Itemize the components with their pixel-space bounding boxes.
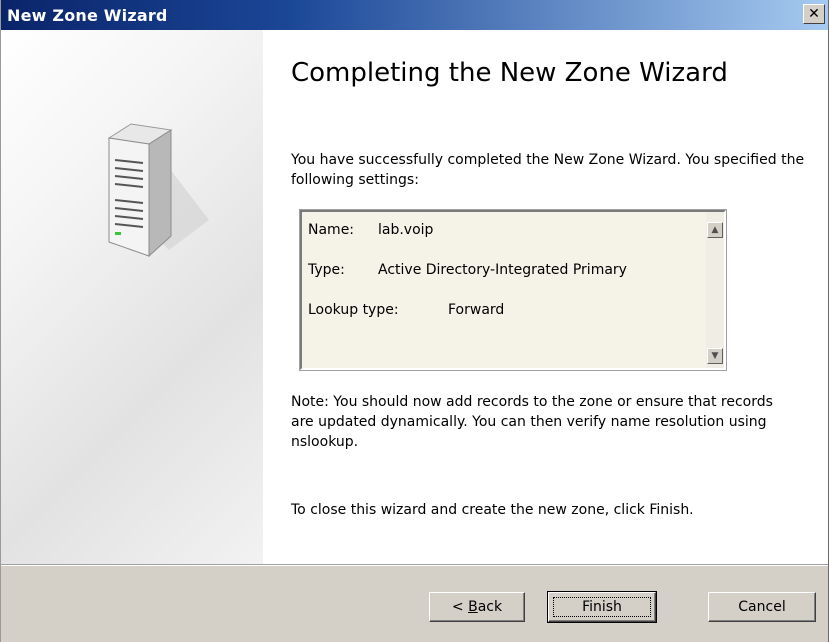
settings-scrollbar[interactable]: ▲ ▼ (706, 212, 724, 368)
setting-value: Forward (448, 302, 505, 318)
scroll-up-arrow-icon[interactable]: ▲ (707, 222, 723, 238)
wizard-button-bar: < Back Finish Cancel (1, 566, 828, 642)
window-title: New Zone Wizard (7, 6, 168, 25)
setting-value: lab.voip (378, 222, 434, 238)
finish-instructions: To close this wizard and create the new … (291, 502, 694, 518)
settings-summary-box[interactable]: Name: lab.voip Type: Active Directory-Inte… (299, 209, 727, 371)
close-icon: ✕ (808, 6, 820, 22)
scroll-down-arrow-icon[interactable]: ▼ (707, 348, 723, 364)
server-icon (107, 123, 209, 258)
setting-label: Type: (308, 262, 345, 278)
finish-label: Finish (582, 599, 622, 615)
back-label: ack (477, 599, 503, 615)
title-bar[interactable]: New Zone Wizard ✕ (1, 0, 828, 30)
wizard-side-panel (1, 30, 263, 564)
back-mnemonic: B (468, 599, 478, 615)
note-text: Note: You should now add records to the … (291, 394, 773, 450)
setting-row-type: Type: Active Directory-Integrated Primary (308, 260, 698, 300)
setting-label: Lookup type: (308, 302, 399, 318)
back-prefix: < (451, 599, 469, 615)
setting-row-name: Name: lab.voip (308, 220, 698, 260)
back-button[interactable]: < Back (429, 592, 525, 622)
finish-button[interactable]: Finish (547, 591, 657, 623)
cancel-label: Cancel (738, 599, 786, 615)
settings-list: Name: lab.voip Type: Active Directory-Inte… (308, 220, 698, 340)
cancel-button[interactable]: Cancel (708, 592, 816, 622)
wizard-window: New Zone Wizard ✕ Completing the New Zon… (0, 0, 829, 642)
intro-text: You have successfully completed the New … (291, 152, 805, 188)
wizard-content: Completing the New Zone Wizard You have … (263, 30, 828, 564)
page-title: Completing the New Zone Wizard (291, 58, 728, 88)
close-button[interactable]: ✕ (803, 4, 825, 24)
setting-label: Name: (308, 222, 355, 238)
setting-value: Active Directory-Integrated Primary (378, 262, 627, 278)
setting-row-lookup-type: Lookup type: Forward (308, 300, 698, 340)
